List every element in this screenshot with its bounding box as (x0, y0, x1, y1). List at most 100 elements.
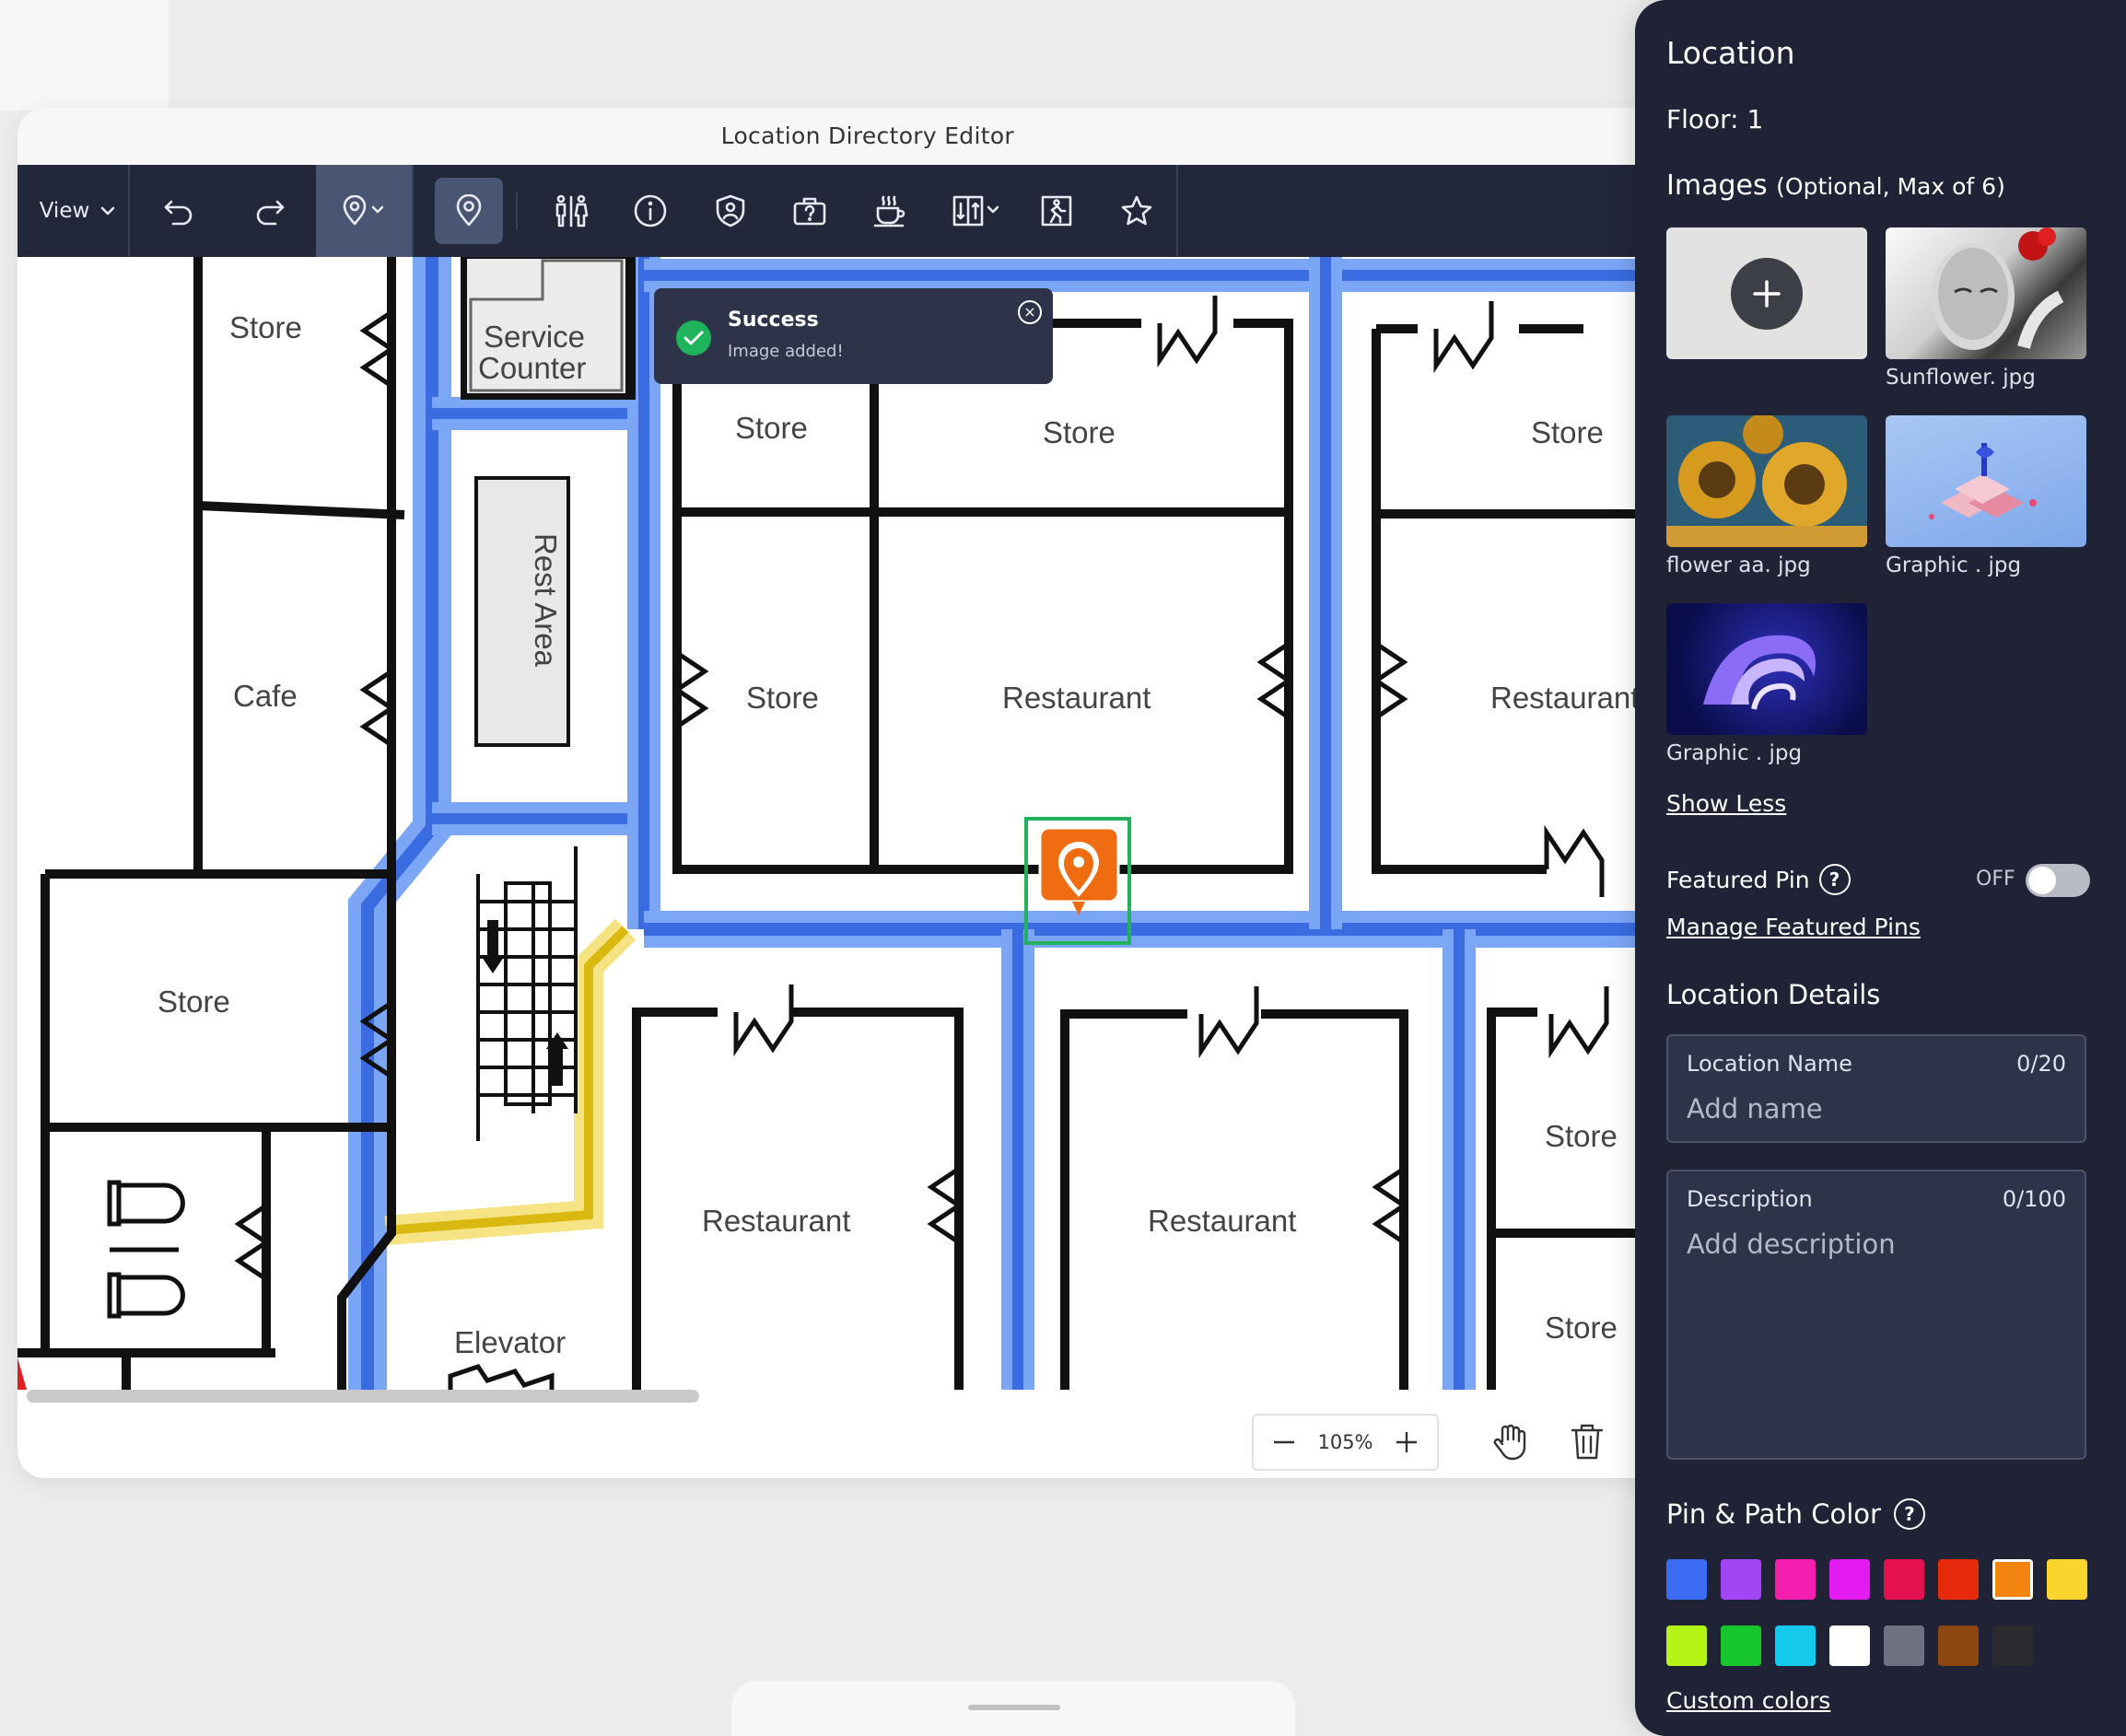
color-swatch[interactable] (1938, 1625, 1979, 1666)
description-counter: 0/100 (2002, 1186, 2066, 1212)
floor-map-canvas[interactable]: Store Service Counter Rest Area Cafe Sto… (18, 257, 1694, 1390)
image-caption: Graphic . jpg (1666, 741, 1803, 765)
success-toast: Success Image added! × (654, 288, 1053, 384)
toast-title: Success (728, 309, 819, 332)
room-label-elevator: Elevator (454, 1325, 566, 1359)
location-name-input[interactable] (1687, 1093, 2064, 1124)
info-tool[interactable] (618, 165, 683, 257)
images-heading: Images (Optional, Max of 6) (1666, 169, 2005, 202)
restroom-icon (555, 194, 589, 227)
color-swatch[interactable] (1775, 1625, 1816, 1666)
color-swatch[interactable] (1992, 1559, 2033, 1600)
room-label-store: Store (1531, 415, 1604, 449)
zoom-control: 105% (1252, 1414, 1439, 1471)
location-details-heading: Location Details (1666, 979, 1881, 1010)
images-hint: (Optional, Max of 6) (1776, 173, 2005, 200)
horizontal-scrollbar[interactable] (27, 1390, 699, 1403)
image-thumbnail[interactable] (1886, 227, 2086, 359)
toolbar-divider (1176, 165, 1178, 257)
close-icon[interactable]: × (1018, 300, 1042, 324)
lost-and-found-tool[interactable] (777, 165, 842, 257)
color-swatch[interactable] (1884, 1625, 1924, 1666)
image-caption: Graphic . jpg (1886, 553, 2022, 577)
color-swatch[interactable] (1721, 1625, 1761, 1666)
floor-label: Floor: 1 (1666, 104, 1764, 134)
pin-path-color-row: Pin & Path Color ? (1666, 1498, 1925, 1530)
image-thumbnail[interactable] (1666, 603, 1867, 735)
room-label-service-counter: Counter (478, 351, 586, 385)
color-swatch[interactable] (1992, 1625, 2033, 1666)
trash-icon[interactable] (1569, 1421, 1606, 1462)
color-swatch[interactable] (1666, 1625, 1707, 1666)
security-tool[interactable] (698, 165, 763, 257)
color-swatch[interactable] (2047, 1559, 2087, 1600)
window-title: Location Directory Editor (720, 122, 1014, 149)
zoom-out-icon[interactable] (1272, 1430, 1296, 1454)
description-input[interactable] (1687, 1229, 2064, 1413)
room-label-store: Store (1545, 1311, 1618, 1345)
location-name-field: Location Name 0/20 (1666, 1034, 2086, 1143)
description-label: Description (1687, 1186, 1813, 1212)
redo-icon (256, 200, 285, 226)
image-caption: flower aa. jpg (1666, 553, 1811, 577)
featured-pin-label: Featured Pin (1666, 866, 1810, 893)
manage-featured-pins-link[interactable]: Manage Featured Pins (1666, 914, 1921, 940)
add-image-button[interactable] (1666, 227, 1867, 359)
favorite-tool[interactable] (1104, 165, 1169, 257)
featured-pin-row: Featured Pin ? (1666, 864, 1851, 895)
exit-icon (1041, 195, 1072, 227)
toolbar-divider (128, 165, 130, 257)
help-icon[interactable]: ? (1818, 864, 1851, 895)
location-pin-tool[interactable] (435, 178, 503, 244)
image-thumbnail[interactable] (1666, 415, 1867, 547)
zoom-level: 105% (1317, 1431, 1373, 1453)
undo-icon (164, 200, 193, 226)
custom-colors-link[interactable]: Custom colors (1666, 1687, 1830, 1714)
floor-plan: Store Service Counter Rest Area Cafe Sto… (18, 257, 1694, 1390)
color-swatch[interactable] (1721, 1559, 1761, 1600)
room-label-restaurant: Restaurant (1002, 681, 1151, 715)
featured-pin-state: OFF (1976, 868, 2015, 891)
color-swatch[interactable] (1775, 1559, 1816, 1600)
sheet-drag-handle[interactable] (968, 1705, 1060, 1710)
room-label-store: Store (1043, 415, 1116, 449)
exit-tool[interactable] (1024, 165, 1089, 257)
view-dropdown[interactable]: View (27, 165, 128, 257)
undo-button[interactable] (142, 165, 216, 257)
panel-title: Location (1666, 35, 1795, 71)
background-block (0, 0, 169, 111)
featured-pin-toggle[interactable] (2026, 864, 2090, 897)
pin-path-color-label: Pin & Path Color (1666, 1498, 1881, 1530)
plus-icon (1731, 257, 1803, 330)
elevator-tool-dropdown[interactable] (939, 165, 1012, 257)
images-label: Images (1666, 169, 1768, 202)
room-label-restaurant: Restaurant (1148, 1204, 1296, 1238)
image-thumbnail[interactable] (1886, 415, 2086, 547)
color-swatch[interactable] (1666, 1559, 1707, 1600)
redo-button[interactable] (233, 165, 307, 257)
location-name-counter: 0/20 (2016, 1051, 2066, 1077)
restroom-tool[interactable] (539, 165, 603, 257)
pin-type-dropdown[interactable] (316, 165, 412, 257)
toast-message: Image added! (728, 342, 844, 361)
title-bar: Location Directory Editor (18, 108, 1694, 165)
help-icon[interactable]: ? (1893, 1498, 1925, 1530)
location-pin-dropdown-icon (343, 195, 384, 226)
star-icon (1121, 195, 1152, 226)
room-label-store: Store (229, 310, 302, 344)
room-label-store: Store (158, 985, 230, 1019)
room-label-restaurant: Restaurant (702, 1204, 850, 1238)
zoom-in-icon[interactable] (1395, 1430, 1419, 1454)
color-swatch[interactable] (1829, 1559, 1870, 1600)
color-swatch[interactable] (1884, 1559, 1924, 1600)
room-label-service-counter: Service (484, 320, 585, 354)
pan-hand-icon[interactable] (1489, 1421, 1530, 1462)
cafe-tool[interactable] (858, 165, 922, 257)
location-pin-icon (456, 194, 482, 227)
cafe-icon (873, 195, 905, 227)
image-caption: Sunflower. jpg (1886, 366, 2036, 390)
color-swatch[interactable] (1829, 1625, 1870, 1666)
color-swatch[interactable] (1938, 1559, 1979, 1600)
room-label-cafe: Cafe (233, 679, 298, 713)
show-less-link[interactable]: Show Less (1666, 790, 1786, 817)
